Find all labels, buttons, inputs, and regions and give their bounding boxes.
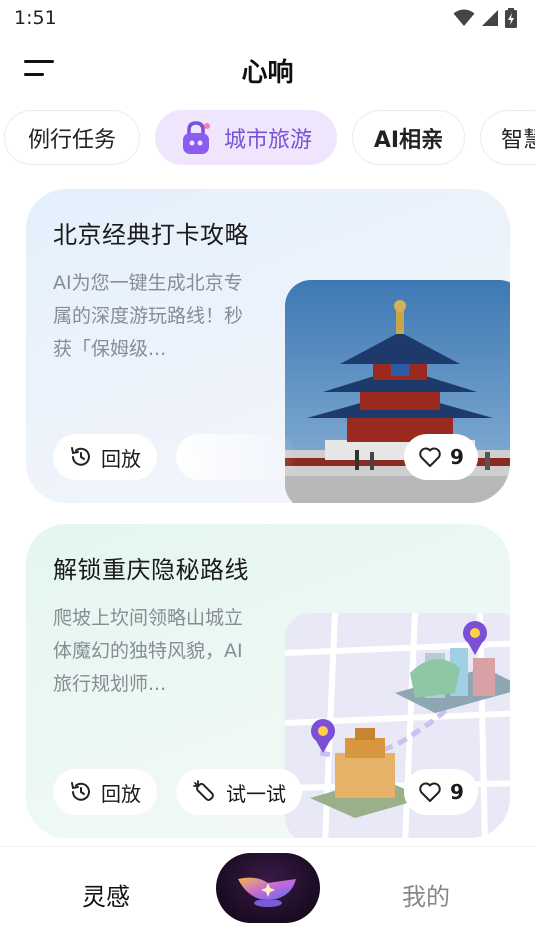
magic-wand-icon	[193, 780, 214, 801]
tab-label: 智慧	[501, 127, 535, 153]
create-button[interactable]	[216, 853, 320, 923]
tab-ai-dating[interactable]: AI相亲	[352, 110, 465, 165]
history-icon	[71, 782, 90, 801]
magic-lamp-icon	[238, 877, 296, 907]
temple-of-heaven-image	[285, 280, 510, 503]
replay-button[interactable]: 回放	[53, 769, 157, 815]
replay-label: 回放	[101, 781, 141, 806]
tab-city-travel[interactable]: 城市旅游	[155, 110, 337, 165]
status-icons	[453, 8, 517, 28]
header: 心响	[0, 44, 535, 96]
lock-icon	[182, 120, 210, 154]
heart-icon	[419, 447, 441, 467]
battery-icon	[505, 8, 517, 28]
heart-icon	[419, 782, 441, 802]
bottom-nav: 灵感 我的	[0, 846, 535, 951]
category-tabs: 例行任务 城市旅游 AI相亲 智慧	[0, 110, 535, 166]
city-map-image	[285, 613, 510, 838]
card-title: 解锁重庆隐秘路线	[53, 556, 249, 584]
try-label: 试一试	[226, 781, 286, 806]
tab-smart[interactable]: 智慧	[480, 110, 535, 165]
status-bar: 1:51	[0, 0, 535, 36]
replay-label: 回放	[101, 446, 141, 471]
like-count: 9	[450, 445, 464, 469]
page-title: 心响	[241, 58, 294, 88]
like-button[interactable]: 9	[404, 769, 478, 815]
faded-button	[176, 434, 296, 480]
like-button[interactable]: 9	[404, 434, 478, 480]
card-title: 北京经典打卡攻略	[53, 221, 249, 249]
card-chongqing[interactable]: 解锁重庆隐秘路线 爬坡上坎间领略山城立体魔幻的独特风貌，AI旅行规划师... 回…	[26, 524, 510, 838]
card-description: AI为您一键生成北京专属的深度游玩路线！秒获「保姆级...	[53, 272, 244, 360]
history-icon	[71, 447, 90, 466]
card-beijing[interactable]: 北京经典打卡攻略 AI为您一键生成北京专属的深度游玩路线！秒获「保姆级... 回…	[26, 189, 510, 503]
tab-routine[interactable]: 例行任务	[4, 110, 140, 165]
tab-label: AI相亲	[373, 127, 444, 153]
signal-icon	[482, 10, 498, 26]
card-description: 爬坡上坎间领略山城立体魔幻的独特风貌，AI旅行规划师...	[53, 607, 244, 695]
tab-label: 例行任务	[27, 127, 116, 153]
replay-button[interactable]: 回放	[53, 434, 157, 480]
tab-label: 城市旅游	[223, 127, 312, 153]
status-time: 1:51	[14, 7, 57, 29]
like-count: 9	[450, 780, 464, 804]
nav-inspiration[interactable]: 灵感	[82, 877, 130, 912]
wifi-icon	[453, 9, 475, 26]
try-button[interactable]: 试一试	[176, 769, 302, 815]
nav-mine[interactable]: 我的	[402, 877, 450, 912]
